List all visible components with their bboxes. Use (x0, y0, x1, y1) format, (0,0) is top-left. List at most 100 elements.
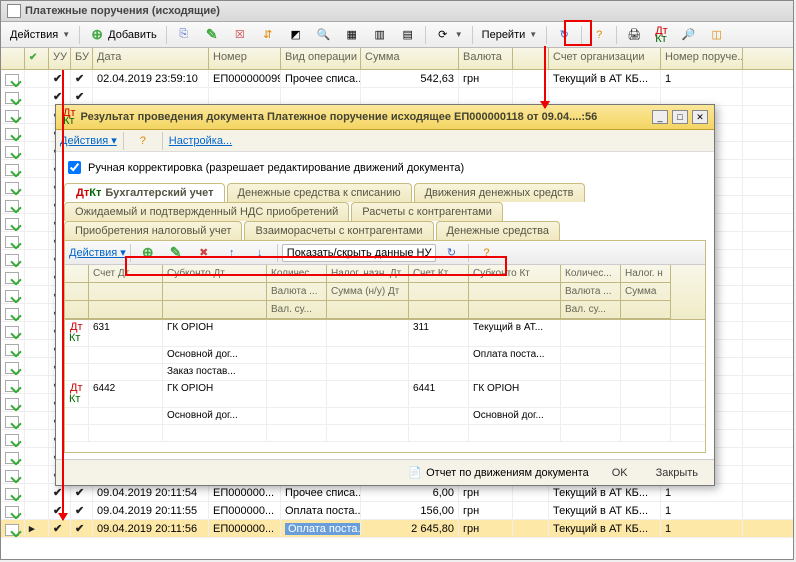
posting-row[interactable]: Заказ постав... (65, 364, 705, 381)
ih-valsuk[interactable]: Вал. су... (561, 301, 621, 319)
tab-vat[interactable]: Ожидаемый и подтвержденный НДС приобрете… (64, 202, 349, 221)
ih-acdt[interactable]: Счет Дт (89, 265, 163, 283)
tabs-row-3: Приобретения налоговый учет Взаиморасчет… (64, 221, 706, 240)
inner-add-icon[interactable]: ⊕ (135, 242, 161, 264)
inner-delete-icon[interactable]: ✖ (191, 242, 217, 264)
tab-cash-writeoff[interactable]: Денежные средства к списанию (227, 183, 412, 202)
col-sum[interactable]: Сумма (361, 48, 459, 69)
filter1-icon[interactable]: ◩ (283, 24, 309, 46)
col-operation[interactable]: Вид операции (281, 48, 361, 69)
minimize-button[interactable]: _ (652, 110, 668, 124)
table-row[interactable]: ✔✔09.04.2019 20:11:54ЕП000000...Прочее с… (1, 484, 793, 502)
inner-down-icon[interactable]: ↓ (247, 242, 273, 264)
tab-cash[interactable]: Денежные средства (436, 221, 560, 240)
report-button[interactable]: 📄Отчет по движениям документа (402, 462, 594, 484)
add-button[interactable]: ⊕Добавить (84, 24, 162, 46)
col-date[interactable]: Дата (93, 48, 209, 69)
modal-help-icon[interactable]: ? (130, 130, 156, 152)
tabs-row-1: ДтКт Бухгалтерский учет Денежные средств… (64, 183, 706, 202)
col-bu[interactable]: БУ (71, 48, 93, 69)
find-icon[interactable]: 🔍 (311, 24, 337, 46)
ih-qty[interactable]: Количес... (267, 265, 327, 283)
result-modal: ДтКт Результат проведения документа Плат… (55, 104, 715, 486)
ih-qtyk[interactable]: Количес... (561, 265, 621, 283)
inner-toolbar: Действия ▾ ⊕ ✎ ✖ ↑ ↓ Показать/скрыть дан… (65, 241, 705, 265)
posting-row[interactable]: Основной дог...Основной дог... (65, 408, 705, 425)
ih-taxk[interactable]: Налог. н (621, 265, 671, 283)
ih-sub[interactable]: Субконто Дт (163, 265, 267, 283)
filter3-icon[interactable]: ▥ (367, 24, 393, 46)
row-status-icon (5, 162, 20, 176)
dtkt-icon: ДтКт (62, 108, 77, 126)
ih-subk[interactable]: Субконто Кт (469, 265, 561, 283)
tab-content: Действия ▾ ⊕ ✎ ✖ ↑ ↓ Показать/скрыть дан… (64, 240, 706, 453)
goto-menu[interactable]: Перейти▼ (477, 26, 543, 44)
copy-icon[interactable]: ⎘ (171, 24, 197, 46)
filter2-icon[interactable]: ▦ (339, 24, 365, 46)
modal-actions-menu[interactable]: Действия ▾ (60, 134, 117, 147)
ok-button[interactable]: OK (602, 465, 638, 481)
col-currency[interactable]: Валюта (459, 48, 513, 69)
ih-sumnu[interactable]: Сумма (н/у) Дт (327, 283, 409, 301)
posting-row[interactable]: ДтКт6442ГК ОРІОН6441ГК ОРІОН (65, 381, 705, 408)
modal-toolbar: Действия ▾ ? Настройка... (56, 130, 714, 152)
struct-icon[interactable]: ◫ (704, 24, 730, 46)
ih-sumk[interactable]: Сумма (621, 283, 671, 301)
tab-counterparty-settle[interactable]: Расчеты с контрагентами (351, 202, 503, 221)
tab-mutual[interactable]: Взаиморасчеты с контрагентами (244, 221, 433, 240)
ih-tax[interactable]: Налог. назн. Дт (327, 265, 409, 283)
inner-refresh-icon[interactable]: ↻ (438, 242, 464, 264)
inner-grid-body[interactable]: ДтКт631ГК ОРІОН311Текущий в АТ...Основно… (65, 320, 705, 452)
actions-menu[interactable]: Действия▼ (5, 26, 75, 44)
filter4-icon[interactable]: ▤ (395, 24, 421, 46)
row-status-icon (5, 306, 20, 320)
row-status-icon (5, 360, 20, 374)
col-order-number[interactable]: Номер поруче... (661, 48, 743, 69)
ih-valsu[interactable]: Вал. су... (267, 301, 327, 319)
delete-icon[interactable]: ☒ (227, 24, 253, 46)
tab-tax-acq[interactable]: Приобретения налоговый учет (64, 221, 242, 240)
ih-ackt[interactable]: Счет Кт (409, 265, 469, 283)
post-icon[interactable]: ⟳▼ (430, 24, 468, 46)
maximize-button[interactable]: □ (672, 110, 688, 124)
col-number[interactable]: Номер (209, 48, 281, 69)
settings-link[interactable]: Настройка... (169, 135, 232, 147)
row-status-icon (5, 396, 20, 410)
posting-row[interactable]: Основной дог...Оплата поста... (65, 347, 705, 364)
row-status-icon (5, 288, 20, 302)
col-mark[interactable]: ✔ (25, 48, 49, 69)
close-button[interactable]: ✕ (692, 110, 708, 124)
preview-icon[interactable]: 🔎 (676, 24, 702, 46)
edit-icon[interactable]: ✎ (199, 24, 225, 46)
refresh-icon[interactable]: ↻ (551, 24, 577, 46)
manual-edit-checkbox[interactable] (68, 161, 81, 174)
col-uu[interactable]: УУ (49, 48, 71, 69)
close-button-footer[interactable]: Закрыть (646, 465, 708, 481)
col-icon[interactable] (1, 48, 25, 69)
help-icon[interactable]: ? (586, 24, 612, 46)
inner-up-icon[interactable]: ↑ (219, 242, 245, 264)
toggle-nu-button[interactable]: Показать/скрыть данные НУ (282, 244, 437, 262)
row-status-icon (5, 72, 20, 86)
print-icon[interactable]: 🖨 (621, 24, 647, 46)
posting-row[interactable] (65, 425, 705, 442)
inner-help-icon[interactable]: ? (473, 242, 499, 264)
col-account[interactable]: Счет организации (549, 48, 661, 69)
table-row[interactable]: ✔✔09.04.2019 20:11:55ЕП000000...Оплата п… (1, 502, 793, 520)
tab-cash-movements[interactable]: Движения денежных средств (414, 183, 585, 202)
row-status-icon (5, 252, 20, 266)
tab-accounting[interactable]: ДтКт Бухгалтерский учет (64, 183, 225, 202)
posting-row[interactable]: ДтКт631ГК ОРІОН311Текущий в АТ... (65, 320, 705, 347)
table-row[interactable]: ✔✔02.04.2019 23:59:10ЕП000000099Прочее с… (1, 70, 793, 88)
inner-edit-icon[interactable]: ✎ (163, 242, 189, 264)
table-row[interactable]: ▸✔✔09.04.2019 20:11:56ЕП000000...Оплата … (1, 520, 793, 538)
mark-icon[interactable]: ⇵ (255, 24, 281, 46)
row-status-icon (5, 342, 20, 356)
ih-valk[interactable]: Валюта ... (561, 283, 621, 301)
row-status-icon (5, 486, 20, 500)
row-status-icon (5, 450, 20, 464)
dtkt-icon[interactable]: ДтКт (649, 23, 674, 47)
row-status-icon (5, 144, 20, 158)
inner-actions-menu[interactable]: Действия ▾ (69, 246, 126, 259)
ih-val[interactable]: Валюта ... (267, 283, 327, 301)
